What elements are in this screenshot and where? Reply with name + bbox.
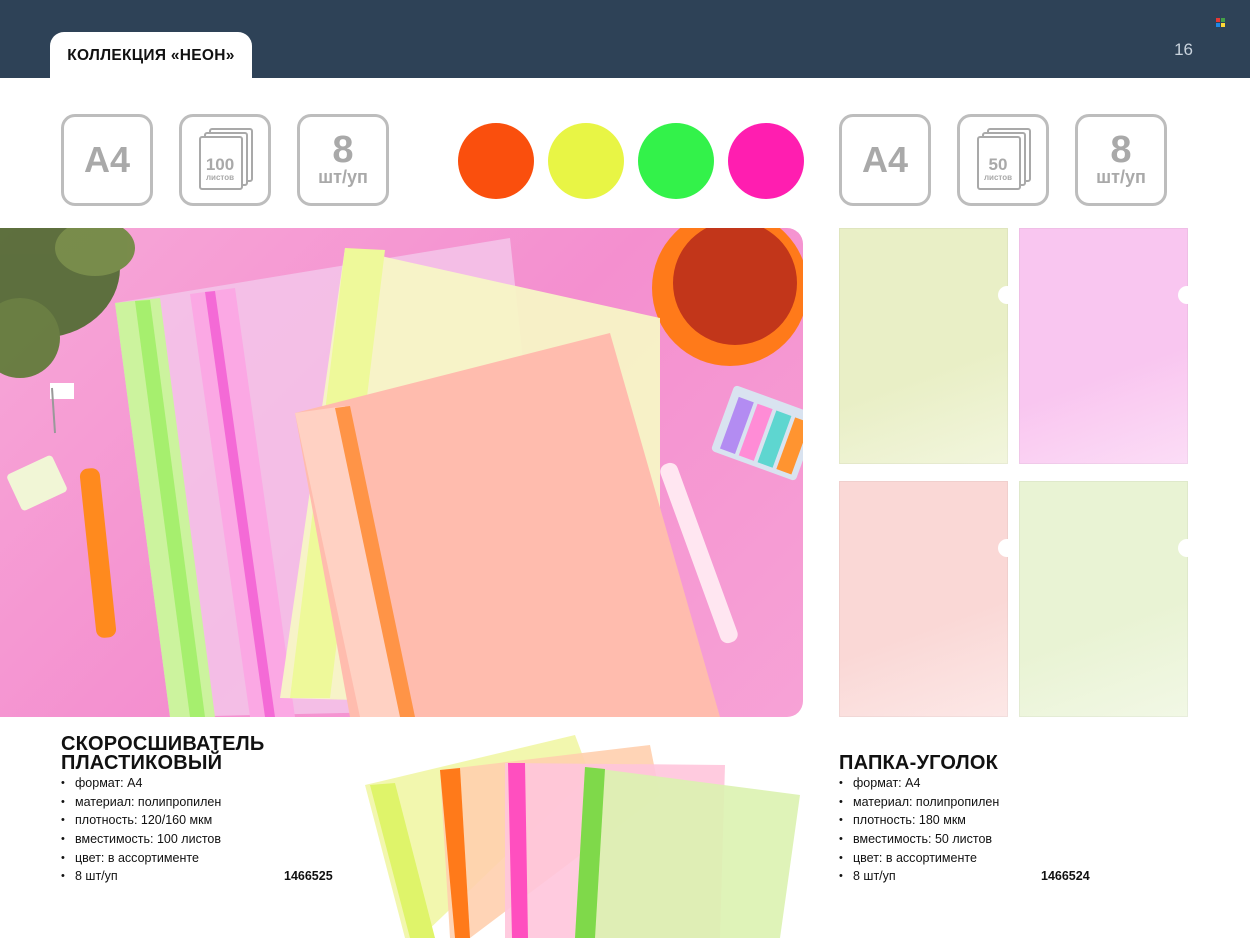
list-item: материал: полипропилен [61, 793, 221, 812]
pack-unit-right: шт/уп [1096, 167, 1146, 188]
pack-quantity-icon: 8 шт/уп [297, 114, 389, 206]
capacity-unit: листов [205, 173, 235, 182]
product-title-binder: СКОРОСШИВАТЕЛЬ ПЛАСТИКОВЫЙ [61, 734, 264, 774]
list-item: 8 шт/уп [839, 867, 999, 886]
folder-notch [1178, 539, 1196, 557]
list-item: вместимость: 100 листов [61, 830, 221, 849]
list-item: формат: А4 [839, 774, 999, 793]
format-label: A4 [83, 139, 131, 180]
format-a4-icon-right: A4 [839, 114, 931, 206]
pack-quantity-icon-right: 8 шт/уп [1075, 114, 1167, 206]
folders-fan-illustration [365, 735, 800, 938]
folder-sku: 1466524 [1041, 869, 1090, 883]
list-item: вместимость: 50 листов [839, 830, 999, 849]
brand-logo-icon [1216, 18, 1226, 28]
folder-notch [1178, 286, 1196, 304]
color-swatch-green [638, 123, 714, 199]
folder-sheet-lime [839, 228, 1016, 464]
pack-number: 8 [332, 129, 354, 172]
list-item: плотность: 120/160 мкм [61, 811, 221, 830]
page-number: 16 [1174, 40, 1193, 59]
list-item: 8 шт/уп [61, 867, 221, 886]
capacity-number: 100 [205, 155, 235, 174]
collection-title: КОЛЛЕКЦИЯ «НЕОН» [50, 32, 252, 79]
capacity-number-right: 50 [988, 155, 1008, 174]
product-title-folder: ПАПКА-УГОЛОК [839, 752, 999, 774]
pack-unit: шт/уп [318, 167, 368, 188]
folder-features-list: формат: А4 материал: полипропилен плотно… [839, 774, 999, 886]
color-swatch-yellow [548, 123, 624, 199]
binder-sku: 1466525 [284, 869, 333, 883]
list-item: цвет: в ассортименте [839, 849, 999, 868]
folder-notch [998, 539, 1016, 557]
binder-features-list: формат: А4 материал: полипропилен плотно… [61, 774, 221, 886]
format-a4-icon: A4 [61, 114, 153, 206]
color-swatch-orange [458, 123, 534, 199]
pack-number-right: 8 [1110, 129, 1132, 172]
capacity-icon-right: 50 листов [957, 114, 1049, 206]
folder-sheet-peach [839, 481, 1016, 717]
capacity-icon: 100 листов [179, 114, 271, 206]
list-item: формат: А4 [61, 774, 221, 793]
format-label-right: A4 [861, 139, 909, 180]
capacity-unit-right: листов [983, 173, 1013, 182]
list-item: материал: полипропилен [839, 793, 999, 812]
folder-sheet-pink [1019, 228, 1196, 464]
color-swatch-pink [728, 123, 804, 199]
list-item: цвет: в ассортименте [61, 849, 221, 868]
folder-notch [998, 286, 1016, 304]
product-title-line2: ПЛАСТИКОВЫЙ [61, 752, 223, 774]
list-item: плотность: 180 мкм [839, 811, 999, 830]
product-photo [0, 228, 803, 717]
folder-sheet-green [1019, 481, 1196, 717]
